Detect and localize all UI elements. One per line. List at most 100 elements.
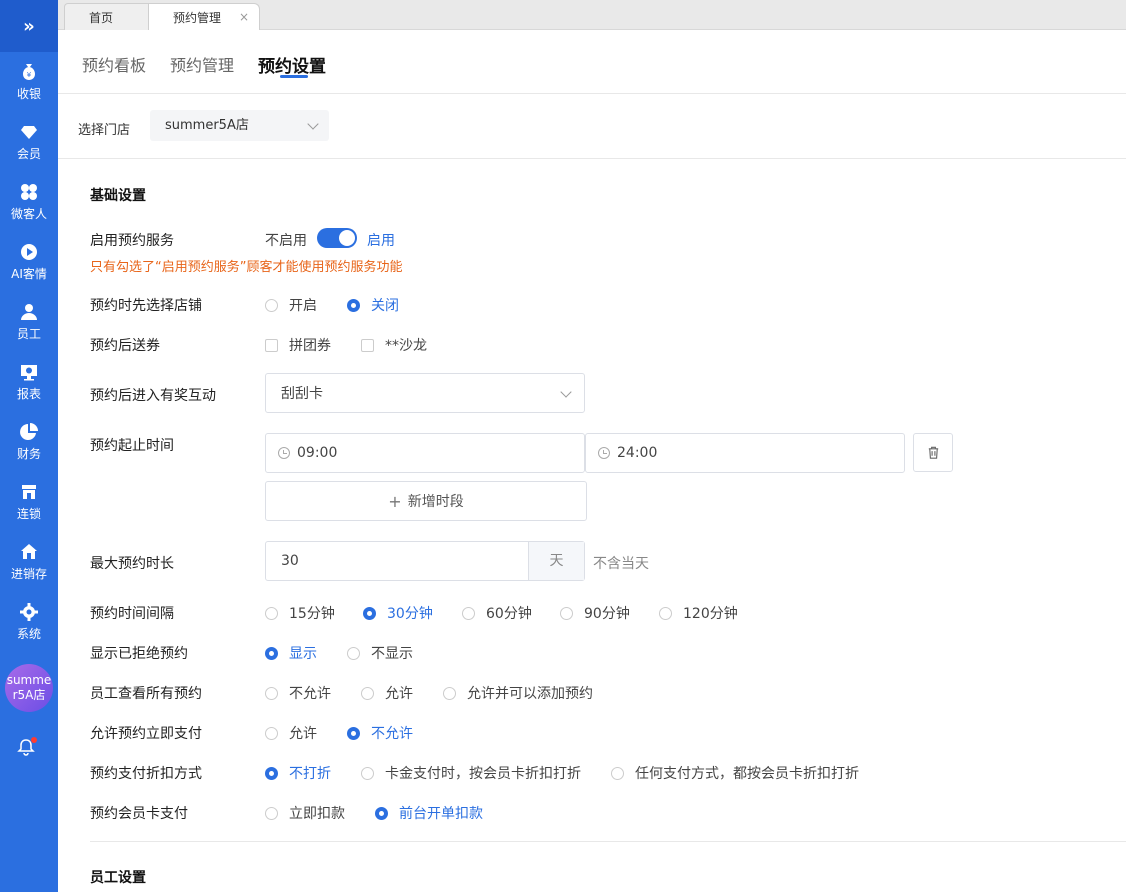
enable-service-label: 启用预约服务 [90,233,174,249]
money-bag-icon: ¥ [23,64,35,80]
radio-circle [347,726,360,740]
chevron-down-icon [560,386,572,398]
sidebar-item-finance[interactable]: 财务 [0,412,58,472]
clover-icon [21,184,37,200]
interval-30-radio[interactable]: 30分钟 [363,603,433,623]
house-icon [21,544,37,559]
radio-circle [347,298,360,312]
tab-booking-management[interactable]: 预约管理 [170,52,234,76]
interval-60-radio[interactable]: 60分钟 [462,603,532,623]
max-duration-input[interactable]: 30 天 [265,541,585,581]
member-pay-frontdesk-radio[interactable]: 前台开单扣款 [375,803,483,823]
sidebar-item-label: 微客人 [10,207,47,221]
diamond-icon [21,126,37,139]
radio-label: 允许 [289,726,317,742]
interaction-select[interactable]: 刮刮卡 [265,373,585,413]
staff-view-allow-add-radio[interactable]: 允许并可以添加预约 [443,683,593,703]
coupon-group-checkbox[interactable]: 拼团券 [265,335,331,355]
section-divider [90,841,1126,842]
interaction-select-value: 刮刮卡 [281,386,323,402]
sidebar-item-member[interactable]: 会员 [0,112,58,172]
sidebar-item-label: 系统 [16,627,41,641]
sidebar-item-ai[interactable]: AI客情 [0,232,58,292]
choose-store-off-radio[interactable]: 关闭 [347,295,399,315]
discount-none-radio[interactable]: 不打折 [265,763,331,783]
enable-service-toggle[interactable] [317,228,357,248]
staff-view-allow-radio[interactable]: 允许 [361,683,413,703]
sidebar-item-chain[interactable]: 连锁 [0,472,58,532]
tab-label: 预约管理 [173,10,222,25]
checkbox-box [265,338,278,352]
tab-booking-board[interactable]: 预约看板 [82,52,146,76]
radio-label: 60分钟 [486,606,532,622]
checkbox-box [361,338,374,352]
radio-label: 允许并可以添加预约 [467,686,593,702]
basic-settings-title: 基础设置 [90,188,146,204]
trash-icon [928,446,938,459]
radio-circle [361,686,374,700]
svg-text:¥: ¥ [27,71,32,79]
pay-now-allow-radio[interactable]: 允许 [265,723,317,743]
member-pay-immediate-radio[interactable]: 立即扣款 [265,803,345,823]
staff-view-deny-radio[interactable]: 不允许 [265,683,331,703]
notification-button[interactable] [16,737,38,759]
radio-label: 显示 [289,646,317,662]
radio-label: 不允许 [371,726,413,742]
gear-icon [20,603,38,621]
store-select-value: summer5A店 [165,118,249,133]
sidebar-item-cashier[interactable]: ¥ 收银 [0,52,58,112]
member-pay-label: 预约会员卡支付 [90,806,188,822]
show-rejected-label: 显示已拒绝预约 [90,646,188,662]
radio-circle [361,766,374,780]
settings-content: 基础设置 启用预约服务 不启用 启用 只有勾选了“启用预约服务”顾客才能使用预约… [58,159,1126,892]
radio-circle [265,766,278,780]
sidebar-item-label: 连锁 [16,507,41,521]
store-select[interactable]: summer5A店 [150,110,329,141]
monitor-icon [21,365,37,381]
coupon-salon-checkbox[interactable]: **沙龙 [361,335,427,355]
sidebar-item-system[interactable]: 系统 [0,592,58,652]
toggle-on-label: 启用 [367,233,395,249]
expand-sidebar-button[interactable]: » [0,0,58,52]
sidebar-item-inventory[interactable]: 进销存 [0,532,58,592]
radio-circle [265,606,278,620]
discount-card-radio[interactable]: 卡金支付时，按会员卡折扣打折 [361,763,581,783]
toggle-off-label: 不启用 [265,233,307,249]
pay-now-deny-radio[interactable]: 不允许 [347,723,413,743]
show-rejected-yes-radio[interactable]: 显示 [265,643,317,663]
add-time-slot-button[interactable]: + 新增时段 [265,481,587,521]
sidebar-item-staff[interactable]: 员工 [0,292,58,352]
radio-circle [375,806,388,820]
sidebar-item-report[interactable]: 报表 [0,352,58,412]
interval-120-radio[interactable]: 120分钟 [659,603,738,623]
end-time-value: 24:00 [617,445,658,461]
tab-booking-manage[interactable]: 预约管理 × [148,3,260,30]
tab-home[interactable]: 首页 [64,3,154,30]
radio-circle [265,298,278,312]
radio-label: 前台开单扣款 [399,806,483,822]
enable-service-warning: 只有勾选了“启用预约服务”顾客才能使用预约服务功能 [90,260,403,275]
interval-90-radio[interactable]: 90分钟 [560,603,630,623]
radio-circle [265,686,278,700]
close-icon[interactable]: × [239,10,249,24]
discount-label: 预约支付折扣方式 [90,766,202,782]
radio-circle [659,606,672,620]
show-rejected-no-radio[interactable]: 不显示 [347,643,413,663]
end-time-input[interactable]: 24:00 [585,433,905,473]
radio-label: 允许 [385,686,413,702]
toggle-knob [339,230,355,246]
radio-circle [265,726,278,740]
person-icon [21,304,37,320]
start-time-input[interactable]: 09:00 [265,433,585,473]
choose-store-label: 预约时先选择店铺 [90,298,202,314]
delete-time-slot-button[interactable] [913,433,953,472]
radio-label: 30分钟 [387,606,433,622]
tab-booking-settings[interactable]: 预约设置 [258,52,326,77]
choose-store-on-radio[interactable]: 开启 [265,295,317,315]
tab-label: 首页 [89,10,114,25]
interval-15-radio[interactable]: 15分钟 [265,603,335,623]
sidebar-item-label: 收银 [16,87,41,101]
discount-any-radio[interactable]: 任何支付方式，都按会员卡折扣打折 [611,763,859,783]
avatar[interactable]: summer5A店 [5,664,53,712]
sidebar-item-weikeren[interactable]: 微客人 [0,172,58,232]
